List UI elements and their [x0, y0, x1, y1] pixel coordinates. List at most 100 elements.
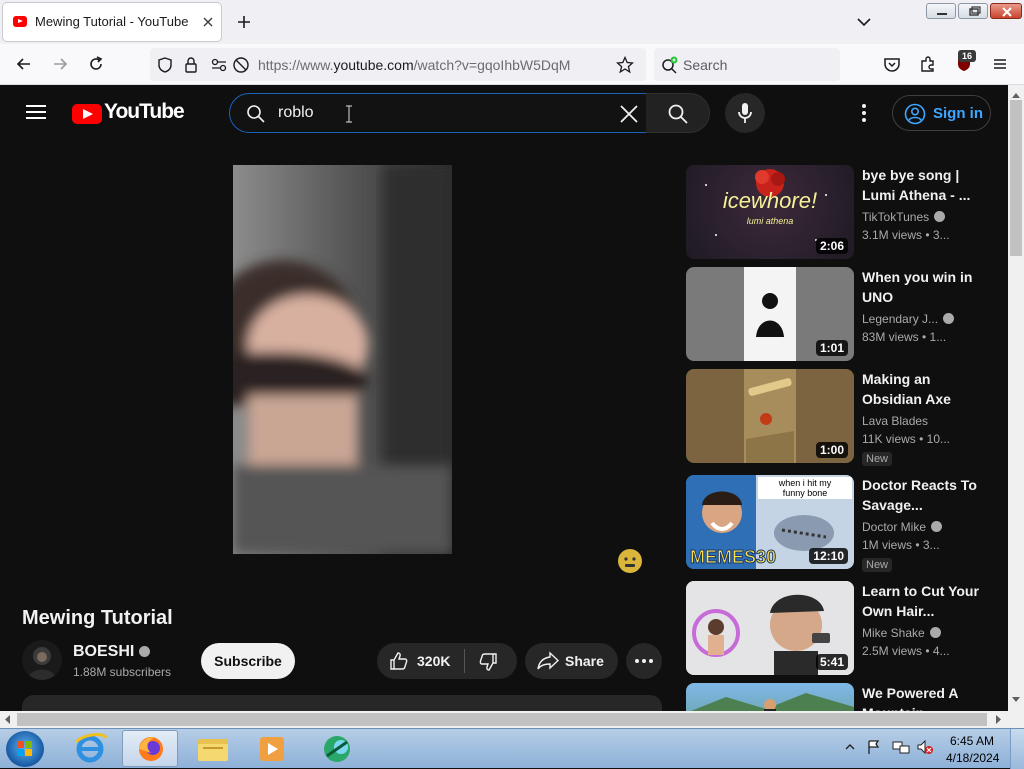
youtube-search-button[interactable]: [646, 93, 710, 133]
search-query[interactable]: roblo: [278, 104, 314, 122]
channel-avatar[interactable]: [22, 640, 62, 680]
recommendation-title[interactable]: We Powered A Mountain...: [862, 683, 992, 711]
subscribe-button[interactable]: Subscribe: [201, 643, 295, 679]
video-thumbnail[interactable]: [686, 683, 854, 711]
video-thumbnail[interactable]: 1:01: [686, 267, 854, 361]
youtube-logo-text[interactable]: YouTube: [104, 100, 185, 124]
settings-more-icon[interactable]: [857, 103, 871, 123]
recommendation-title[interactable]: Making an Obsidian Axe: [862, 369, 992, 409]
recommendation-meta: 83M views • 1...: [862, 330, 947, 344]
share-button[interactable]: Share: [525, 643, 618, 679]
clock-date[interactable]: 4/18/2024: [946, 751, 999, 765]
more-horizontal-icon: [635, 659, 653, 663]
recommendation-meta: 1M views • 3...: [862, 538, 940, 552]
recommendation-item[interactable]: when i hit my funny bone MEMES30 12:10 Do…: [686, 475, 998, 572]
recommendation-channel[interactable]: Doctor Mike: [862, 520, 972, 534]
reload-icon[interactable]: [86, 54, 106, 74]
window-restore-button[interactable]: [958, 3, 988, 19]
thumbnail-caption-text: when i hit my funny bone: [778, 478, 832, 498]
volume-muted-icon[interactable]: [916, 739, 934, 755]
guide-menu-icon[interactable]: [26, 103, 46, 121]
autoplay-blocked-icon[interactable]: [232, 56, 250, 74]
recommendation-meta: 2.5M views • 4...: [862, 644, 950, 658]
sign-in-button[interactable]: Sign in: [892, 95, 991, 131]
lock-icon[interactable]: [183, 56, 199, 74]
like-thumbs-up-icon[interactable]: [389, 651, 409, 671]
video-thumbnail[interactable]: when i hit my funny bone MEMES30 12:10: [686, 475, 854, 569]
vertical-scroll-thumb[interactable]: [1010, 100, 1022, 256]
video-thumbnail[interactable]: 1:00: [686, 369, 854, 463]
window-minimize-button[interactable]: [926, 3, 956, 19]
start-button[interactable]: [6, 731, 44, 767]
recommendation-item[interactable]: 1:01 When you win in UNO Legendary J... …: [686, 267, 998, 361]
recommendation-title[interactable]: Learn to Cut Your Own Hair...: [862, 581, 992, 621]
url-text[interactable]: https://www.youtube.com/watch?v=gqoIhbW5…: [258, 57, 570, 73]
new-badge: New: [862, 452, 893, 466]
like-count[interactable]: 320K: [417, 653, 450, 669]
tab-title: Mewing Tutorial - YouTube: [35, 14, 189, 29]
like-dislike-group: 320K: [377, 643, 517, 679]
permissions-icon[interactable]: [210, 57, 228, 73]
close-tab-icon[interactable]: [200, 14, 216, 30]
youtube-logo-icon[interactable]: [72, 104, 102, 124]
dislike-thumbs-down-icon[interactable]: [478, 652, 498, 672]
recommendation-channel[interactable]: TikTokTunes: [862, 210, 972, 224]
list-tabs-chevron-icon[interactable]: [854, 12, 874, 32]
recommendation-title[interactable]: Doctor Reacts To Savage...: [862, 475, 992, 515]
window-close-button[interactable]: [990, 3, 1022, 19]
bookmark-star-icon[interactable]: [616, 56, 634, 74]
recommendation-item[interactable]: 1:00 Making an Obsidian Axe Lava Blades …: [686, 369, 998, 466]
media-player-icon[interactable]: [244, 730, 300, 767]
sign-in-label: Sign in: [933, 105, 983, 122]
recommendation-channel[interactable]: Mike Shake: [862, 626, 972, 640]
verified-badge-icon: [139, 646, 151, 657]
hamburger-menu-icon[interactable]: [990, 54, 1010, 74]
duration-badge: 2:06: [815, 238, 848, 254]
video-title: Mewing Tutorial: [22, 607, 173, 629]
channel-name[interactable]: BOESHI: [73, 643, 151, 661]
file-explorer-icon[interactable]: [185, 730, 241, 767]
app-globe-icon[interactable]: [309, 730, 365, 767]
clear-search-icon[interactable]: [618, 103, 640, 125]
new-tab-button[interactable]: [234, 12, 254, 32]
horizontal-scroll-thumb[interactable]: [17, 713, 987, 726]
recommendation-channel[interactable]: Legendary J...: [862, 312, 972, 326]
youtube-search-input[interactable]: roblo: [229, 93, 647, 133]
internet-explorer-icon[interactable]: [62, 730, 118, 767]
network-icon[interactable]: [892, 739, 910, 755]
verified-badge-icon: [929, 627, 941, 638]
voice-search-button[interactable]: [725, 93, 765, 133]
recommendation-item[interactable]: icewhore! lumi athena 2:06 bye bye song …: [686, 165, 998, 259]
video-thumbnail[interactable]: 5:41: [686, 581, 854, 675]
show-desktop-button[interactable]: [1010, 729, 1024, 769]
back-arrow-icon[interactable]: [14, 54, 34, 74]
video-thumbnail[interactable]: icewhore! lumi athena 2:06: [686, 165, 854, 259]
search-engine-icon: [661, 56, 679, 74]
recommendation-item[interactable]: We Powered A Mountain...: [686, 683, 998, 711]
more-actions-button[interactable]: [626, 643, 662, 679]
thumbnail-art: [691, 693, 854, 711]
extensions-puzzle-icon[interactable]: [918, 54, 938, 74]
recommendation-channel[interactable]: Lava Blades: [862, 414, 972, 428]
recommendation-title[interactable]: bye bye song | Lumi Athena - ...: [862, 165, 992, 205]
recommendation-item[interactable]: 5:41 Learn to Cut Your Own Hair... Mike …: [686, 581, 998, 675]
forward-arrow-icon[interactable]: [50, 54, 70, 74]
thumbnail-badge-text: MEMES30: [690, 547, 776, 567]
description-box[interactable]: [22, 695, 662, 711]
video-frame: [233, 165, 452, 554]
address-bar[interactable]: https://www.youtube.com/watch?v=gqoIhbW5…: [150, 48, 646, 81]
recommendation-title[interactable]: When you win in UNO: [862, 267, 992, 307]
tracking-shield-icon[interactable]: [156, 56, 174, 74]
tab-youtube[interactable]: Mewing Tutorial - YouTube: [3, 3, 221, 41]
action-center-flag-icon[interactable]: [866, 739, 882, 755]
search-icon: [667, 103, 689, 125]
browser-search-field[interactable]: Search: [654, 48, 840, 81]
youtube-favicon-icon: [13, 16, 27, 27]
video-player[interactable]: [233, 165, 452, 554]
firefox-taskbar-icon[interactable]: [122, 730, 178, 767]
show-hidden-icons-icon[interactable]: [845, 742, 855, 752]
share-label: Share: [565, 653, 604, 669]
new-badge: New: [862, 558, 893, 572]
clock-time[interactable]: 6:45 AM: [950, 734, 994, 748]
pocket-icon[interactable]: [882, 54, 902, 74]
